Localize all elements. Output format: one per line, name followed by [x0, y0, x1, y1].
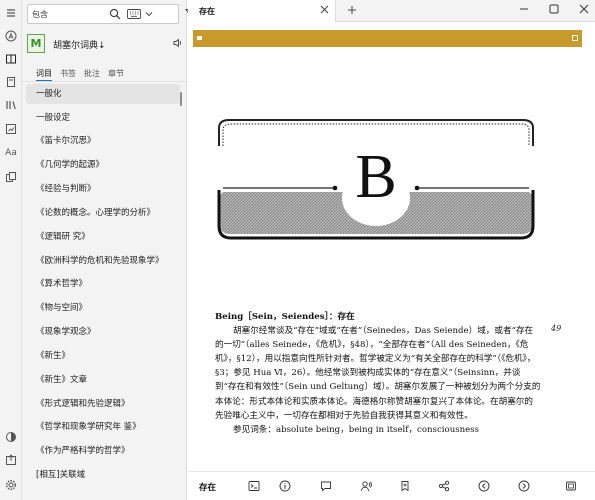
sidebar: M 胡塞尔词典↓ 词目 书签 批注 章节 一般化 一般设定 《笛卡尔沉思》 《几… — [22, 0, 196, 500]
banner-marker-left — [197, 36, 202, 40]
export-icon[interactable] — [4, 453, 18, 467]
terminal-icon[interactable] — [248, 480, 260, 492]
chevron-down-icon[interactable] — [145, 11, 153, 17]
list-item[interactable]: 《现象学观念》 — [26, 322, 180, 342]
list-item[interactable]: 《算术哲学》 — [26, 274, 180, 294]
tab-label: 存在 — [199, 7, 215, 16]
previous-icon[interactable] — [478, 480, 490, 492]
bookmark-icon[interactable] — [399, 480, 411, 492]
tab-bar: 存在 — [188, 0, 595, 22]
window-close-icon[interactable] — [578, 3, 590, 15]
speaker-icon[interactable] — [173, 38, 183, 48]
settings-icon[interactable] — [4, 478, 18, 492]
minimize-icon[interactable] — [518, 3, 530, 15]
entry-paragraph: 胡塞尔经常谈及“存在”域或“在者”（Seinedes，Das Seiende）域… — [215, 326, 541, 421]
list-item[interactable]: 《哲学和现象学研究年 鉴》 — [26, 417, 180, 437]
book-icon[interactable] — [4, 52, 18, 66]
reader-pane: B Being［Sein，Seiendes］：存在 胡塞尔经常谈及“存在”域或“… — [188, 22, 595, 471]
list-item[interactable]: 《几何学的起源》 — [26, 155, 180, 175]
list-item[interactable]: 《论数的概念。心理学的分析》 — [26, 203, 180, 223]
notebook-icon[interactable] — [4, 75, 18, 89]
chart-icon[interactable] — [4, 122, 18, 136]
fullscreen-icon[interactable] — [565, 480, 577, 492]
banner-marker-right — [572, 35, 578, 41]
dictionary-selector[interactable]: M 胡塞尔词典↓ — [27, 33, 182, 55]
font-icon[interactable]: Aa — [4, 146, 18, 160]
list-item[interactable]: 《物与空间》 — [26, 298, 180, 318]
divider — [22, 81, 187, 82]
info-icon[interactable] — [279, 480, 291, 492]
tab-bookmarks[interactable]: 书签 — [60, 68, 76, 79]
current-word: 存在 — [199, 483, 217, 493]
list-item[interactable]: 《作为严格科学的哲学》 — [26, 441, 180, 461]
next-icon[interactable] — [518, 480, 530, 492]
page-number: 49 — [551, 324, 562, 333]
share-icon[interactable] — [438, 480, 450, 492]
list-scrollbar[interactable] — [180, 92, 182, 106]
comment-icon[interactable] — [320, 480, 332, 492]
tab-notes[interactable]: 批注 — [84, 68, 100, 79]
list-item[interactable]: 《新生》文章 — [26, 370, 180, 390]
flashcard-icon[interactable] — [4, 170, 18, 184]
dictionary-logo: M — [27, 34, 45, 53]
bottom-toolbar: 存在 — [188, 471, 595, 500]
section-letter: B — [355, 143, 396, 211]
voice-icon[interactable] — [360, 480, 372, 492]
list-item[interactable]: 《新生》 — [26, 346, 180, 366]
entry-text: Being［Sein，Seiendes］：存在 胡塞尔经常谈及“存在”域或“在者… — [215, 310, 541, 437]
entry-see-also: 参见词条：absolute being，being in itself，cons… — [233, 424, 480, 435]
search-input[interactable] — [32, 7, 102, 21]
list-item[interactable]: 《形式逻辑和先验逻辑》 — [26, 394, 180, 414]
list-item[interactable]: 一般化 — [26, 84, 180, 104]
dropdown-arrow-icon: ↓ — [98, 41, 106, 51]
list-item[interactable]: 《笛卡尔沉思》 — [26, 131, 180, 151]
tab-entries[interactable]: 词目 — [36, 68, 52, 79]
search-box[interactable] — [27, 4, 179, 24]
list-item[interactable]: 《逻辑研 究》 — [26, 227, 180, 247]
tab-active[interactable]: 存在 — [188, 0, 336, 22]
list-item[interactable]: 《经验与判断》 — [26, 179, 180, 199]
close-icon[interactable] — [320, 5, 329, 14]
translate-icon[interactable] — [4, 29, 18, 43]
list-item[interactable]: [相互]关联域 — [26, 465, 180, 485]
add-tab-icon[interactable] — [347, 5, 357, 15]
section-letter-graphic: B — [217, 119, 535, 240]
list-item[interactable]: 一般设定 — [26, 108, 180, 128]
tab-chapters[interactable]: 章节 — [108, 68, 124, 79]
theme-icon[interactable] — [4, 430, 18, 444]
entry-list: 一般化 一般设定 《笛卡尔沉思》 《几何学的起源》 《经验与判断》 《论数的概念… — [22, 84, 187, 500]
list-item[interactable]: 《欧洲科学的危机和先验现象学》 — [26, 251, 180, 271]
dictionary-name: 胡塞尔词典↓ — [53, 41, 106, 51]
page-banner — [193, 30, 582, 47]
menu-icon[interactable] — [4, 6, 18, 20]
maximize-icon[interactable] — [548, 3, 560, 15]
search-icon[interactable] — [109, 8, 121, 20]
keyboard-icon[interactable] — [127, 9, 141, 19]
entry-headword: Being［Sein，Seiendes］：存在 — [215, 312, 355, 322]
library-icon[interactable] — [4, 98, 18, 112]
left-rail: Aa — [0, 0, 22, 500]
